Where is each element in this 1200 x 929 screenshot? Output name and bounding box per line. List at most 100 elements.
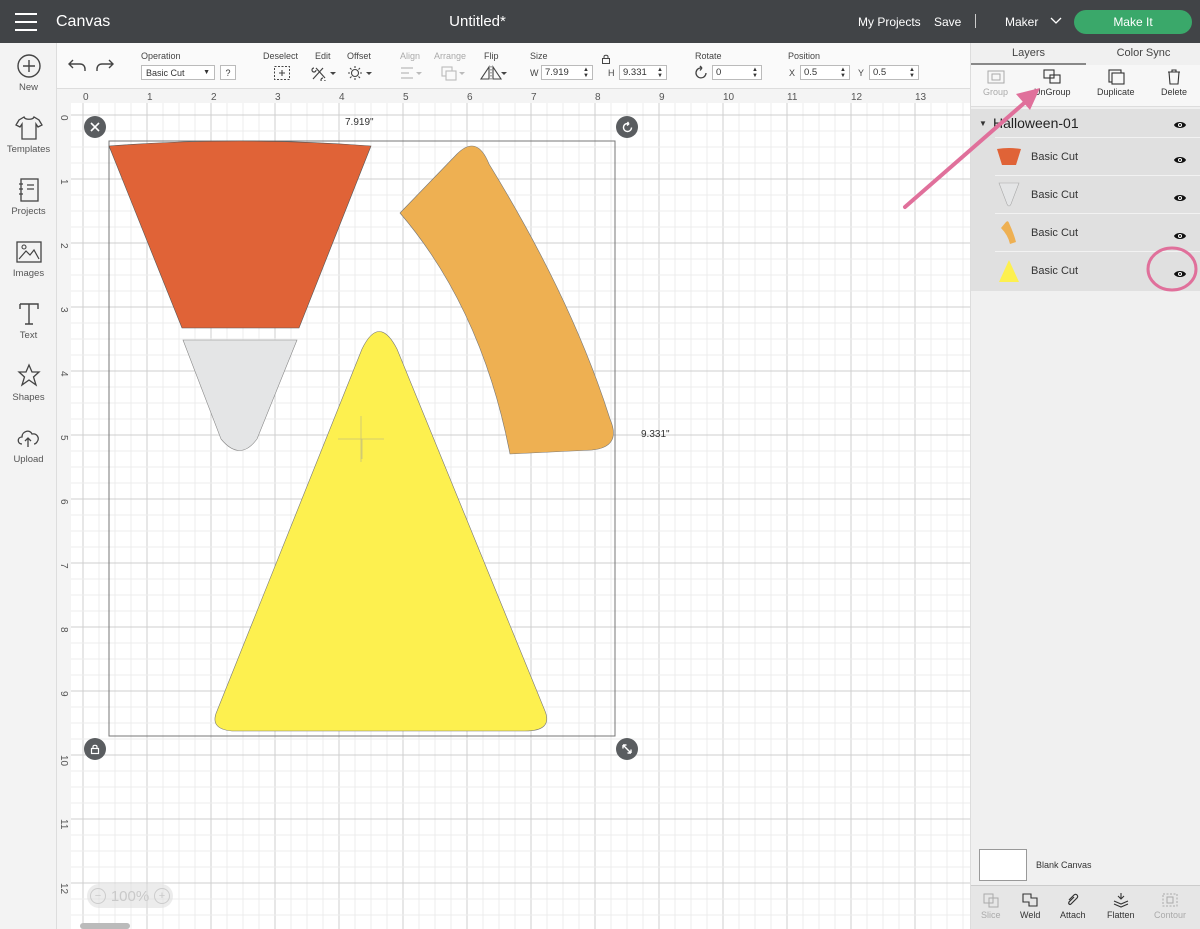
flip-label: Flip xyxy=(484,51,499,61)
slice-label: Slice xyxy=(981,910,1001,920)
layer-thumbnail xyxy=(995,219,1023,247)
height-input[interactable]: 9.331 ▲ ▼ xyxy=(619,65,667,80)
stepper-arrows-icon[interactable]: ▲ ▼ xyxy=(657,67,663,79)
y-label: Y xyxy=(858,68,865,78)
rail-item-shapes[interactable]: Shapes xyxy=(0,363,57,403)
x-position-input[interactable]: 0.5 ▲ ▼ xyxy=(800,65,850,80)
layer-row[interactable]: Basic Cut xyxy=(995,251,1200,289)
flip-icon[interactable] xyxy=(479,65,507,86)
blank-canvas-label: Blank Canvas xyxy=(1036,860,1092,870)
blank-canvas-row[interactable]: Blank Canvas xyxy=(979,849,1092,881)
machine-selector[interactable]: Maker xyxy=(1005,15,1062,29)
rail-label: Text xyxy=(19,330,38,341)
ungroup-label: UnGroup xyxy=(1034,87,1071,97)
close-handle-icon[interactable] xyxy=(84,116,106,138)
rotate-handle-icon[interactable] xyxy=(616,116,638,138)
align-icon[interactable] xyxy=(399,65,423,86)
layer-actions-bar: Group UnGroup Duplicate Delete xyxy=(971,65,1200,107)
flatten-button[interactable]: Flatten xyxy=(1107,892,1135,920)
light-orange-strip-shape[interactable] xyxy=(399,145,614,455)
edit-tools-icon[interactable] xyxy=(311,65,337,86)
ruler-tick-label: 12 xyxy=(851,92,863,103)
make-it-button[interactable]: Make It xyxy=(1074,10,1192,34)
deselect-icon[interactable] xyxy=(273,65,291,86)
cloud-upload-icon xyxy=(17,430,39,447)
offset-icon[interactable] xyxy=(347,65,373,86)
tshirt-icon xyxy=(14,116,43,140)
rail-item-upload[interactable]: Upload xyxy=(0,425,57,465)
stepper-arrows-icon[interactable]: ▲ ▼ xyxy=(752,67,758,79)
rail-item-projects[interactable]: Projects xyxy=(0,177,57,217)
layer-row[interactable]: Basic Cut xyxy=(995,175,1200,213)
attach-button[interactable]: Attach xyxy=(1060,892,1086,920)
orange-trapezoid-shape[interactable] xyxy=(108,140,372,329)
delete-button[interactable]: Delete xyxy=(1161,69,1187,97)
trash-icon xyxy=(1168,69,1180,85)
redo-icon[interactable] xyxy=(95,56,115,79)
stepper-arrows-icon[interactable]: ▲ ▼ xyxy=(909,67,915,79)
eye-icon[interactable] xyxy=(1173,117,1187,135)
eye-icon[interactable] xyxy=(1173,266,1187,284)
tab-layers[interactable]: Layers xyxy=(971,43,1086,65)
eye-icon[interactable] xyxy=(1173,190,1187,208)
shapes-icon xyxy=(16,363,41,387)
rail-item-new[interactable]: New xyxy=(0,53,57,93)
y-position-input[interactable]: 0.5 ▲ ▼ xyxy=(869,65,919,80)
blank-canvas-thumbnail xyxy=(979,849,1027,881)
notebook-icon xyxy=(18,178,39,202)
duplicate-button[interactable]: Duplicate xyxy=(1097,69,1135,97)
operation-select[interactable]: Basic Cut ▼ xyxy=(141,65,215,80)
stepper-arrows-icon[interactable]: ▲ ▼ xyxy=(583,67,589,79)
height-readout: 9.331" xyxy=(641,429,670,440)
operation-help-button[interactable]: ? xyxy=(220,65,236,80)
top-bar: Canvas Untitled* My Projects Save Maker … xyxy=(0,0,1200,43)
contour-button[interactable]: Contour xyxy=(1154,892,1186,920)
eye-icon[interactable] xyxy=(1173,228,1187,246)
design-canvas[interactable]: 0 1 2 3 4 5 6 7 8 9 10 11 12 13 0 1 2 3 4 5 6 7 8 9 10 11 12 7.919… xyxy=(57,89,970,929)
layer-row[interactable]: Basic Cut xyxy=(995,137,1200,175)
caret-down-icon[interactable]: ▼ xyxy=(979,119,993,128)
delete-label: Delete xyxy=(1161,87,1188,97)
slice-button[interactable]: Slice xyxy=(981,892,1001,920)
arrange-icon[interactable] xyxy=(440,65,466,86)
rail-label: Shapes xyxy=(12,392,45,403)
x-label: X xyxy=(789,68,796,78)
rail-label: Projects xyxy=(11,206,46,217)
zoom-out-button[interactable]: − xyxy=(90,888,106,904)
ruler-tick-label: 8 xyxy=(595,92,601,103)
group-button[interactable]: Group xyxy=(983,69,1008,97)
ruler-tick-label: 4 xyxy=(339,92,345,103)
eye-icon[interactable] xyxy=(1173,152,1187,170)
zoom-in-button[interactable]: + xyxy=(154,888,170,904)
undo-icon[interactable] xyxy=(67,56,87,79)
duplicate-icon xyxy=(1108,69,1125,85)
gray-cone-shape[interactable] xyxy=(182,339,298,451)
rail-label: New xyxy=(18,82,38,93)
layer-group-row[interactable]: ▼ Halloween-01 xyxy=(971,109,1200,137)
tab-color-sync[interactable]: Color Sync xyxy=(1086,43,1200,65)
deselect-label: Deselect xyxy=(263,51,299,61)
width-input[interactable]: 7.919 ▲ ▼ xyxy=(541,65,593,80)
layer-name: Basic Cut xyxy=(1031,226,1079,239)
contour-label: Contour xyxy=(1154,910,1187,920)
rotate-input[interactable]: 0 ▲ ▼ xyxy=(712,65,762,80)
ruler-tick-label: 2 xyxy=(58,243,69,249)
my-projects-link[interactable]: My Projects xyxy=(858,15,921,29)
ruler-tick-label: 0 xyxy=(58,115,69,121)
rail-item-text[interactable]: Text xyxy=(0,301,57,341)
rail-label: Images xyxy=(12,268,45,279)
save-link[interactable]: Save xyxy=(934,15,961,29)
horizontal-scrollbar[interactable] xyxy=(80,923,130,929)
weld-button[interactable]: Weld xyxy=(1020,892,1040,920)
ruler-tick-label: 0 xyxy=(83,92,89,103)
stepper-arrows-icon[interactable]: ▲ ▼ xyxy=(840,67,846,79)
rail-item-templates[interactable]: Templates xyxy=(0,115,57,155)
width-readout: 7.919" xyxy=(345,117,374,128)
lock-handle-icon[interactable] xyxy=(84,738,106,760)
ungroup-button[interactable]: UnGroup xyxy=(1034,69,1071,97)
resize-handle-icon[interactable] xyxy=(616,738,638,760)
ruler-tick-label: 3 xyxy=(275,92,281,103)
rail-item-images[interactable]: Images xyxy=(0,239,57,279)
layer-row[interactable]: Basic Cut xyxy=(995,213,1200,251)
ruler-tick-label: 9 xyxy=(659,92,665,103)
